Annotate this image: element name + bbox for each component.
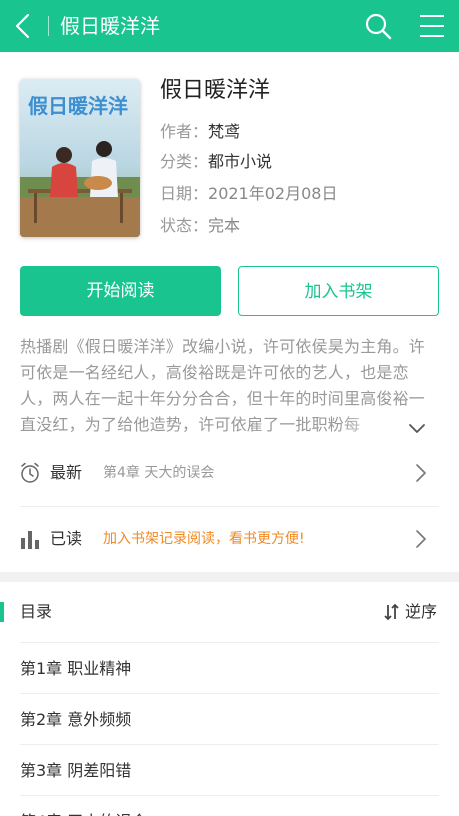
- toc-header: 目录 逆序: [0, 588, 459, 636]
- author-value[interactable]: 梵鸢: [208, 122, 240, 141]
- status-value: 完本: [208, 216, 241, 235]
- read-progress-row[interactable]: 已读 加入书架记录阅读，看书更方便!: [0, 512, 459, 568]
- author-label: 作者：: [160, 122, 209, 141]
- chapter-item[interactable]: 第3章 阴差阳错: [20, 745, 439, 796]
- book-detail-card: 假日暖洋洋 假日暖洋洋 作者：梵鸢 分类：都市小说 日期：2021年02月08日…: [0, 52, 459, 816]
- book-title: 假日暖洋洋: [160, 78, 271, 103]
- latest-label: 最新: [50, 463, 83, 482]
- section-gap: [0, 572, 459, 582]
- chapter-item[interactable]: 第2章 意外频频: [20, 694, 439, 745]
- toc-title: 目录: [20, 602, 53, 621]
- start-reading-button[interactable]: 开始阅读: [20, 266, 221, 316]
- row-divider: [20, 506, 439, 507]
- latest-chapter-text: 第4章 天大的误会: [103, 465, 215, 481]
- bar-chart-icon: [21, 531, 39, 549]
- chevron-right-icon: [416, 464, 426, 482]
- book-cover[interactable]: 假日暖洋洋: [20, 79, 140, 237]
- back-icon[interactable]: [12, 12, 36, 40]
- search-icon[interactable]: [364, 12, 392, 40]
- book-status: 状态：完本: [160, 214, 240, 238]
- page-title: 假日暖洋洋: [60, 14, 160, 38]
- add-to-shelf-button[interactable]: 加入书架: [238, 266, 439, 316]
- category-label: 分类：: [160, 152, 209, 171]
- read-hint-text: 加入书架记录阅读，看书更方便!: [103, 531, 305, 547]
- title-divider: [48, 16, 49, 36]
- sort-reverse-button[interactable]: 逆序: [405, 600, 437, 624]
- latest-chapter-row[interactable]: 最新 第4章 天大的误会: [0, 446, 459, 502]
- read-label: 已读: [50, 529, 83, 548]
- book-author: 作者：梵鸢: [160, 120, 240, 144]
- date-value: 2021年02月08日: [208, 184, 338, 203]
- menu-icon[interactable]: [419, 13, 445, 39]
- sort-icon[interactable]: [383, 603, 401, 621]
- chapter-item[interactable]: 第4章 天大的误会: [20, 796, 439, 816]
- chevron-right-icon: [416, 530, 426, 548]
- category-value[interactable]: 都市小说: [208, 152, 272, 171]
- alarm-clock-icon: [21, 462, 39, 483]
- chapter-item[interactable]: 第1章 职业精神: [20, 643, 439, 694]
- chevron-down-icon[interactable]: [408, 422, 426, 436]
- status-label: 状态：: [160, 216, 209, 235]
- book-category: 分类：都市小说: [160, 150, 272, 174]
- cover-image: 假日暖洋洋: [20, 79, 140, 237]
- book-date: 日期：2021年02月08日: [160, 182, 337, 206]
- toc-accent-bar: [0, 602, 4, 622]
- date-label: 日期：: [160, 184, 209, 203]
- top-bar: 假日暖洋洋: [0, 0, 459, 52]
- cover-title-text: 假日暖洋洋: [28, 94, 128, 118]
